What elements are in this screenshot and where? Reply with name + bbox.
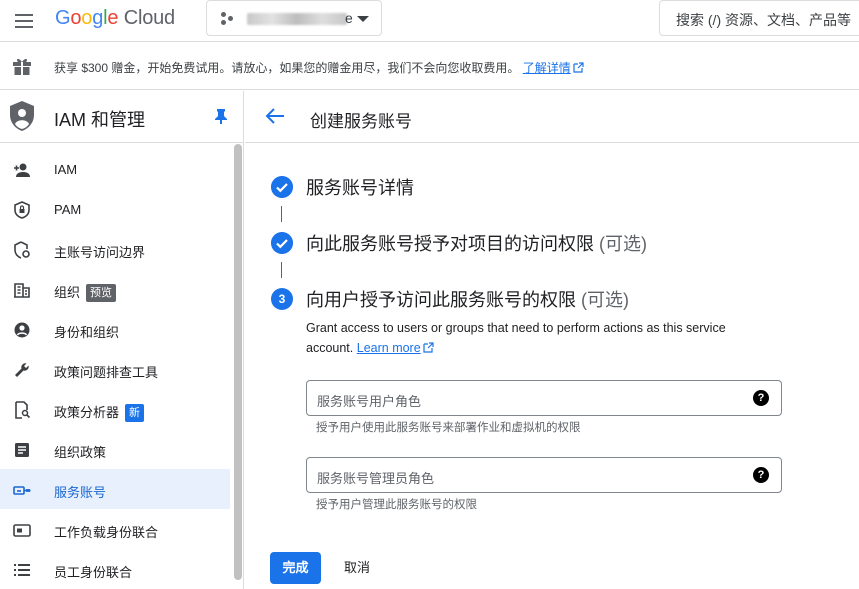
optional-label: (可选) (599, 234, 648, 254)
sidebar-nav: IAM PAM 主账号访问边界 组织 预览 身份和组织 政策问题排查工具 政策分析… (0, 149, 230, 589)
search-input[interactable]: 搜索 (/) 资源、文档、产品等 (659, 0, 859, 36)
sidebar-item-workload-identity-federation[interactable]: 工作负载身份联合 (0, 509, 230, 549)
sidebar-item-workforce-identity-federation[interactable]: 员工身份联合 (0, 549, 230, 589)
step-title: 服务账号详情 (306, 174, 414, 200)
step-title: 向此服务账号授予对项目的访问权限 (可选) (306, 230, 647, 256)
cancel-button[interactable]: 取消 (333, 552, 381, 584)
learn-details-link[interactable]: 了解详情 (523, 61, 584, 75)
list-document-icon (15, 443, 29, 457)
service-account-icon (13, 486, 31, 495)
page-title: 创建服务账号 (310, 112, 412, 131)
sidebar-item-pam[interactable]: PAM (0, 189, 230, 229)
external-link-icon (573, 62, 584, 73)
external-link-icon (423, 342, 434, 353)
sidebar-item-label: IAM (54, 162, 78, 177)
chevron-down-icon (357, 16, 369, 22)
sidebar-item-text: 政策分析器 (54, 405, 120, 420)
sidebar-item-organization-policies[interactable]: 组织政策 (0, 429, 230, 469)
shield-gear-icon (14, 241, 30, 259)
page-header: 创建服务账号 (245, 91, 859, 143)
sidebar-item-service-accounts[interactable]: 服务账号 (0, 469, 230, 509)
step-connector (281, 206, 282, 222)
preview-badge: 预览 (86, 284, 117, 302)
sidebar-item-policy-analyzer[interactable]: 政策分析器新 (0, 389, 230, 429)
help-icon[interactable]: ? (753, 390, 769, 406)
sidebar-item-label: 组织 预览 (54, 282, 117, 302)
step-connector (281, 262, 282, 278)
step-title-text: 向此服务账号授予对项目的访问权限 (306, 234, 594, 254)
free-trial-banner: 获享 $300 赠金，开始免费试用。请放心，如果您的赠金用尽，我们不会向您收取费… (0, 42, 859, 90)
field-hint: 授予用户管理此服务账号的权限 (316, 499, 477, 511)
sidebar-item-label: 政策问题排查工具 (54, 365, 159, 380)
step-title-text: 向用户授予访问此服务账号的权限 (306, 290, 576, 310)
field-placeholder: 服务账号用户角色 (317, 394, 422, 409)
sidebar-item-identity-and-organization[interactable]: 身份和组织 (0, 309, 230, 349)
done-button[interactable]: 完成 (270, 552, 321, 584)
project-name-redacted (247, 13, 347, 25)
banner-message: 获享 $300 赠金，开始免费试用。请放心，如果您的赠金用尽，我们不会向您收取费… (54, 61, 520, 75)
pin-icon[interactable] (214, 108, 228, 124)
sidebar-header: IAM 和管理 (0, 91, 244, 143)
sidebar: IAM 和管理 IAM PAM 主账号访问边界 组织 预览 身份和组织 政策问题排… (0, 91, 244, 589)
project-nodes-icon (221, 12, 235, 26)
sidebar-item-label: 身份和组织 (54, 325, 120, 340)
optional-label: (可选) (581, 290, 630, 310)
shield-icon (10, 101, 34, 131)
account-circle-icon (14, 322, 30, 338)
building-icon (14, 283, 30, 298)
sidebar-title: IAM 和管理 (54, 110, 146, 130)
sidebar-scrollbar[interactable] (234, 144, 242, 580)
field-hint: 授予用户使用此服务账号来部署作业和虚拟机的权限 (316, 422, 581, 434)
service-account-admins-role-field[interactable]: 服务账号管理员角色 ? (306, 457, 782, 493)
help-icon[interactable]: ? (753, 467, 769, 483)
hamburger-menu-icon[interactable] (12, 9, 36, 33)
sidebar-item-text: 组织 (54, 285, 81, 300)
sidebar-item-label: 员工身份联合 (54, 565, 133, 580)
gift-icon (13, 58, 31, 75)
sidebar-item-iam[interactable]: IAM (0, 149, 230, 189)
project-name: e (345, 10, 353, 26)
step-title-text: 服务账号详情 (306, 178, 414, 198)
check-circle-icon (271, 232, 293, 254)
search-placeholder: 搜索 (/) 资源、文档、产品等 (676, 12, 851, 28)
sidebar-item-label: PAM (54, 202, 82, 217)
document-search-icon (15, 401, 31, 419)
sidebar-item-label: 主账号访问边界 (54, 245, 146, 260)
list-icon (14, 564, 30, 576)
shield-lock-icon (14, 201, 30, 219)
sidebar-item-label: 工作负载身份联合 (54, 525, 159, 540)
id-card-icon (13, 524, 31, 537)
sidebar-item-label: 政策分析器新 (54, 402, 145, 422)
project-selector[interactable]: e (206, 0, 382, 36)
sidebar-item-label: 服务账号 (54, 485, 107, 500)
sidebar-item-principal-access-boundary[interactable]: 主账号访问边界 (0, 229, 230, 269)
new-badge: 新 (125, 404, 145, 422)
learn-more-label: Learn more (356, 341, 421, 355)
service-account-users-role-field[interactable]: 服务账号用户角色 ? (306, 380, 782, 416)
step-title: 向用户授予访问此服务账号的权限 (可选) (306, 286, 629, 312)
sidebar-item-label: 组织政策 (54, 445, 107, 460)
arrow-back-icon[interactable] (264, 105, 286, 127)
learn-more-link[interactable]: Learn more (357, 341, 434, 355)
learn-details-label: 了解详情 (522, 61, 571, 75)
field-placeholder: 服务账号管理员角色 (317, 471, 435, 486)
sidebar-item-policy-troubleshooter[interactable]: 政策问题排查工具 (0, 349, 230, 389)
google-cloud-logo[interactable]: Google Cloud (55, 7, 175, 30)
wrench-icon (15, 363, 29, 377)
check-circle-icon (271, 176, 293, 198)
step-description: Grant access to users or groups that nee… (306, 318, 776, 358)
sidebar-item-organizations[interactable]: 组织 预览 (0, 269, 230, 309)
person-add-icon (14, 163, 30, 177)
step-number: 3 (271, 288, 293, 310)
banner-text: 获享 $300 赠金，开始免费试用。请放心，如果您的赠金用尽，我们不会向您收取费… (54, 59, 584, 76)
top-bar: Google Cloud e 搜索 (/) 资源、文档、产品等 (0, 0, 859, 42)
